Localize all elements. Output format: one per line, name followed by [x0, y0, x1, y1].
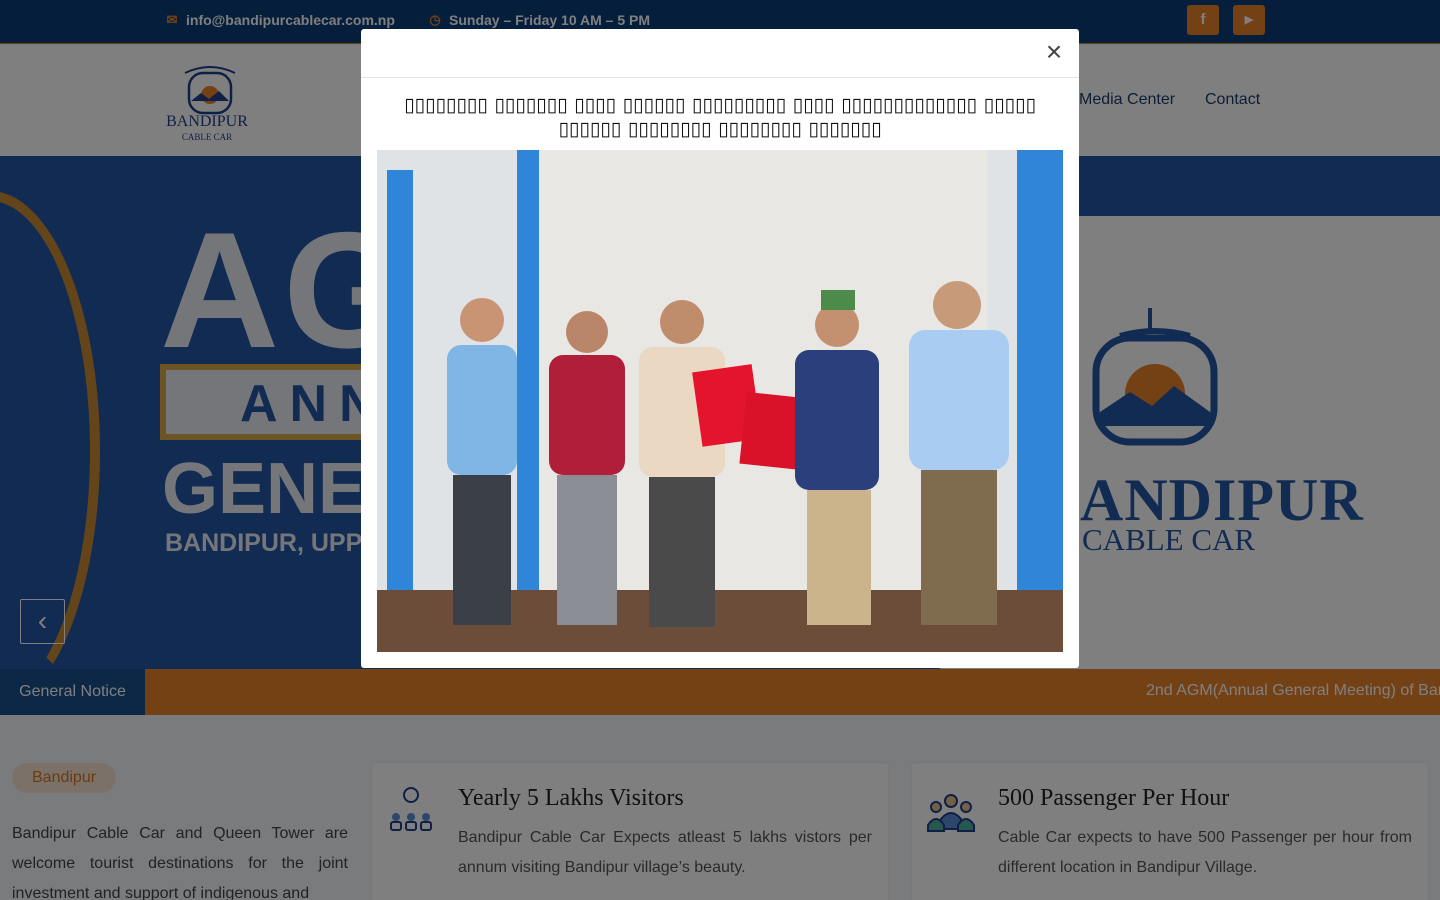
close-icon[interactable]: × — [1041, 38, 1067, 66]
modal-title: ▯▯▯▯▯▯▯▯ ▯▯▯▯▯▯▯ ▯▯▯▯ ▯▯▯▯▯▯ ▯▯▯▯▯▯▯▯▯ ▯… — [404, 94, 1036, 140]
notice-popup-modal: × ▯▯▯▯▯▯▯▯ ▯▯▯▯▯▯▯ ▯▯▯▯ ▯▯▯▯▯▯ ▯▯▯▯▯▯▯▯▯… — [361, 29, 1079, 668]
modal-header: × — [361, 29, 1079, 78]
group-photo-image — [377, 150, 1063, 652]
agreement-signing-photo — [377, 150, 1063, 652]
